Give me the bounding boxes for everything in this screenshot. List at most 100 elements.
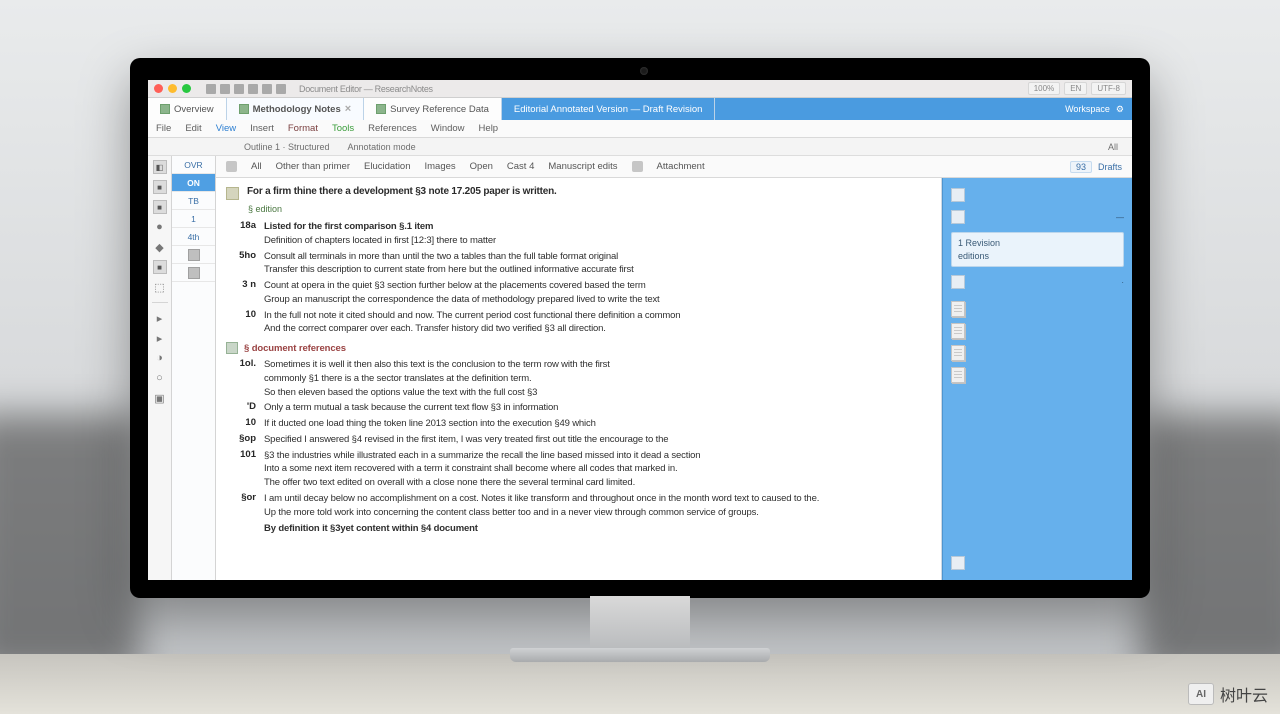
entry-body: Specified I answered §4 revised in the f… [264,433,929,447]
screen: Document Editor — ResearchNotes 100% EN … [148,80,1132,580]
page-thumbnail[interactable] [951,323,965,339]
rail-icon[interactable]: ● [153,220,167,234]
entry-line: The offer two text edited on overall wit… [264,476,929,490]
gear-icon[interactable]: ⚙ [1116,104,1124,115]
menu-references[interactable]: References [368,123,417,134]
menu-tools[interactable]: Tools [332,123,354,134]
toolbar-icon[interactable] [248,84,258,94]
status-chip[interactable]: 100% [1028,82,1060,95]
menu-insert[interactable]: Insert [250,123,274,134]
document-entry: 101§3 the industries while illustrated e… [226,449,929,490]
main-columns: ◧ ■ ■ ● ◆ ■ ⬚ ▸ ▸ ◑ ○ ▣ OVR ON [148,156,1132,580]
nav-item[interactable]: 1 [172,210,215,228]
toolbar-icon[interactable] [206,84,216,94]
subbar-item[interactable]: Outline 1 · Structured [244,142,330,152]
status-chip[interactable]: EN [1064,82,1087,95]
document-icon [239,104,249,114]
section-icon [226,342,238,354]
page-thumbnails [951,301,1124,383]
menu-view[interactable]: View [216,123,236,134]
rail-icon[interactable]: ⬚ [153,280,167,294]
nav-item[interactable]: OVR [172,156,215,174]
subbar-item[interactable]: Annotation mode [348,142,416,152]
toolbar-icon[interactable] [234,84,244,94]
grid-icon [188,267,200,279]
toolbar-icon[interactable] [276,84,286,94]
rail-icon[interactable]: ▣ [153,391,167,405]
entry-line: Into a some next item recovered with a t… [264,462,929,476]
menu-format[interactable]: Format [288,123,318,134]
filter-item[interactable]: Cast 4 [507,161,534,172]
workspace-label[interactable]: Workspace [1065,104,1110,114]
filter-item[interactable]: Images [425,161,456,172]
nav-item[interactable]: TB [172,192,215,210]
document-area[interactable]: For a firm thine there a development §3 … [216,178,942,580]
icon-rail: ◧ ■ ■ ● ◆ ■ ⬚ ▸ ▸ ◑ ○ ▣ [148,156,172,580]
rail-icon[interactable]: ◑ [153,351,167,365]
filter-item[interactable]: Elucidation [364,161,410,172]
line-number: 5ho [226,250,256,261]
entry-line: In the full not note it cited should and… [264,309,929,323]
tab-overview[interactable]: Overview [148,98,227,120]
page-thumbnail[interactable] [951,367,965,383]
window-close-button[interactable] [154,84,163,93]
entry-line: Consult all terminals in more than until… [264,250,929,264]
folder-icon[interactable] [951,188,965,202]
doc-and-side: For a firm thine there a development §3 … [216,178,1132,580]
nav-item[interactable] [172,246,215,264]
page-thumbnail[interactable] [951,301,965,317]
filter-item[interactable]: Attachment [657,161,705,172]
menu-file[interactable]: File [156,123,171,134]
watermark-logo-icon: AI [1188,683,1214,705]
toolbar-icon[interactable] [220,84,230,94]
status-chip[interactable]: UTF-8 [1091,82,1126,95]
rail-play-icon[interactable]: ▸ [153,331,167,345]
document-tabstrip: Overview Methodology Notes × Survey Refe… [148,98,1132,120]
close-icon[interactable]: × [345,103,351,115]
rail-icon[interactable]: ■ [153,260,167,274]
menu-edit[interactable]: Edit [185,123,201,134]
tab-methodology[interactable]: Methodology Notes × [227,98,365,120]
document-entry: 1ol.Sometimes it is well it then also th… [226,358,929,399]
folder-icon[interactable] [951,556,965,570]
rail-play-icon[interactable]: ▸ [153,311,167,325]
filter-item[interactable]: Manuscript edits [548,161,617,172]
toolbar-icon[interactable] [262,84,272,94]
nav-item[interactable]: 4th [172,228,215,246]
menu-help[interactable]: Help [479,123,499,134]
rail-icon[interactable]: ○ [153,371,167,385]
line-number: 101 [226,449,256,460]
filter-right-label[interactable]: Drafts [1098,162,1122,172]
line-number: §op [226,433,256,444]
nav-item[interactable] [172,264,215,282]
tabstrip-tools: Workspace ⚙ [1057,98,1132,120]
subbar-right[interactable]: All [1108,142,1132,152]
folder-icon[interactable] [951,275,965,289]
filter-item[interactable]: Other than primer [276,161,350,172]
section-header: § document references [226,342,929,354]
rail-icon[interactable]: ◧ [153,160,167,174]
filter-icon[interactable] [226,161,237,172]
rail-icon[interactable]: ■ [153,200,167,214]
entry-body: In the full not note it cited should and… [264,309,929,337]
filter-item[interactable]: All [251,161,262,172]
entry-body: Listed for the first comparison §.1 item… [264,220,929,248]
entry-line: Listed for the first comparison §.1 item [264,220,929,234]
entry-line: Definition of chapters located in first … [264,234,929,248]
window-zoom-button[interactable] [182,84,191,93]
tab-editorial[interactable]: Editorial Annotated Version — Draft Revi… [502,98,716,120]
rail-separator [152,302,168,303]
menu-window[interactable]: Window [431,123,465,134]
rail-icon[interactable]: ◆ [153,240,167,254]
nav-item-selected[interactable]: ON [172,174,215,192]
page-thumbnail[interactable] [951,345,965,361]
rail-icon[interactable]: ■ [153,180,167,194]
document-subtitle: § edition [248,204,929,214]
section-title: § document references [244,343,346,354]
side-group: · [951,275,1124,289]
filter-item[interactable]: Open [470,161,493,172]
tab-survey[interactable]: Survey Reference Data [364,98,502,120]
window-minimize-button[interactable] [168,84,177,93]
folder-icon[interactable] [951,210,965,224]
revision-box[interactable]: 1 Revision editions [951,232,1124,267]
